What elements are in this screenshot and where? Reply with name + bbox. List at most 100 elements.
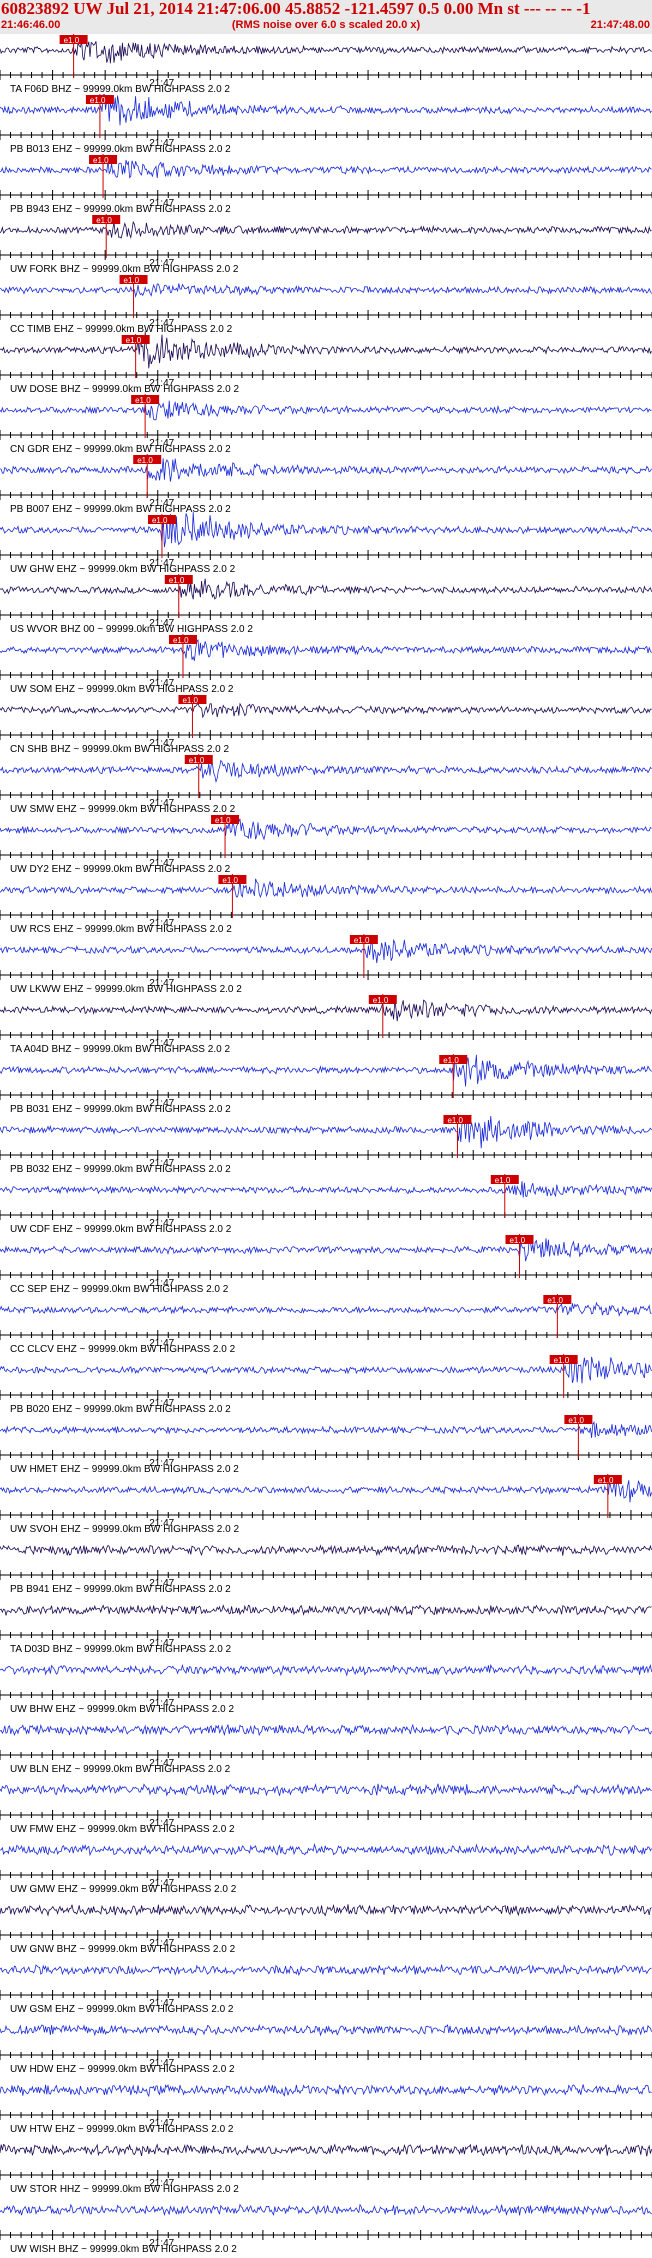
pick-label: e1.0: [96, 216, 112, 225]
station-label: UW GMW EHZ ~ 99999.0km BW HIGHPASS 2.0 2: [10, 1884, 237, 1895]
waveform-line: [0, 41, 652, 64]
trace-row: 21:47UW GHW EHZ ~ 99999.0km BW HIGHPASS …: [0, 512, 652, 575]
station-label: UW CDF EHZ ~ 99999.0km BW HIGHPASS 2.0 2: [10, 1224, 232, 1235]
waveform-line: [0, 1723, 652, 1737]
station-label: UW FORK BHZ ~ 99999.0km BW HIGHPASS 2.0 …: [10, 264, 239, 275]
trace-row: 21:47UW LKWW EHZ ~ 99999.0km BW HIGHPASS…: [0, 934, 652, 995]
waveform-line: [0, 878, 652, 899]
waveform-line: [0, 1783, 652, 1797]
station-label: PB B941 EHZ ~ 99999.0km BW HIGHPASS 2.0 …: [10, 1584, 231, 1595]
trace-row: 21:47US WVOR BHZ 00 ~ 99999.0km BW HIGHP…: [0, 574, 652, 635]
station-label: PB B031 EHZ ~ 99999.0km BW HIGHPASS 2.0 …: [10, 1104, 231, 1115]
station-label: UW SOM EHZ ~ 99999.0km BW HIGHPASS 2.0 2: [10, 684, 234, 695]
waveform-line: [0, 283, 652, 298]
pick-label: e1.0: [90, 96, 106, 105]
rms-subtitle: (RMS noise over 6.0 s scaled 20.0 x): [231, 19, 421, 31]
waveform-line: [0, 1842, 652, 1857]
waveform-line: [0, 818, 652, 841]
trace-row: 21:47TA D03D BHZ ~ 99999.0km BW HIGHPASS…: [0, 1604, 652, 1655]
waveform-line: [0, 999, 652, 1022]
pick-label: e1.0: [598, 1476, 614, 1485]
station-label: UW WISH BHZ ~ 99999.0km BW HIGHPASS 2.0 …: [10, 2244, 237, 2255]
station-label: UW SMW EHZ ~ 99999.0km BW HIGHPASS 2.0 2: [10, 804, 236, 815]
waveform-line: [0, 1477, 652, 1503]
station-label: PB B020 EHZ ~ 99999.0km BW HIGHPASS 2.0 …: [10, 1404, 231, 1415]
trace-row: 21:47UW BHW EHZ ~ 99999.0km BW HIGHPASS …: [0, 1663, 652, 1715]
waveform-line: [0, 1663, 652, 1677]
seismogram-plot: 21:47TA F06D BHZ ~ 99999.0km BW HIGHPASS…: [0, 34, 652, 2255]
waveform-line: [0, 1964, 652, 1977]
station-label: US WVOR BHZ 00 ~ 99999.0km BW HIGHPASS 2…: [10, 624, 253, 635]
waveform-line: [0, 512, 652, 548]
pick-label: e1.0: [554, 1356, 570, 1365]
waveform-line: [0, 578, 652, 600]
trace-row: 21:47UW WISH BHZ ~ 99999.0km BW HIGHPASS…: [0, 2203, 652, 2255]
waveform-line: [0, 1903, 652, 1917]
station-label: PB B007 EHZ ~ 99999.0km BW HIGHPASS 2.0 …: [10, 504, 231, 515]
pick-label: e1.0: [509, 1236, 525, 1245]
station-label: UW RCS EHZ ~ 99999.0km BW HIGHPASS 2.0 2: [10, 924, 232, 935]
pick-label: e1.0: [447, 1116, 463, 1125]
station-label: UW GHW EHZ ~ 99999.0km BW HIGHPASS 2.0 2: [10, 564, 236, 575]
pick-label: e1.0: [215, 816, 231, 825]
waveform-line: [0, 2203, 652, 2217]
station-label: TA F06D BHZ ~ 99999.0km BW HIGHPASS 2.0 …: [10, 84, 230, 95]
trace-row: 21:47UW SMW EHZ ~ 99999.0km BW HIGHPASS …: [0, 754, 652, 815]
trace-row: 21:47PB B013 EHZ ~ 99999.0km BW HIGHPASS…: [0, 93, 652, 155]
station-label: UW LKWW EHZ ~ 99999.0km BW HIGHPASS 2.0 …: [10, 984, 242, 995]
pick-label: e1.0: [169, 576, 185, 585]
pick-label: e1.0: [137, 456, 153, 465]
waveform-line: [0, 1544, 652, 1557]
trace-row: 21:47PB B007 EHZ ~ 99999.0km BW HIGHPASS…: [0, 454, 652, 515]
trace-row: 21:47UW FORK BHZ ~ 99999.0km BW HIGHPASS…: [0, 214, 652, 275]
pick-label: e1.0: [222, 876, 238, 885]
trace-row: 21:47PB B031 EHZ ~ 99999.0km BW HIGHPASS…: [0, 1054, 652, 1115]
end-time-label: 21:47:48.00: [590, 19, 650, 31]
station-label: UW BLN EHZ ~ 99999.0km BW HIGHPASS 2.0 2: [10, 1764, 231, 1775]
station-label: CC CLCV EHZ ~ 99999.0km BW HIGHPASS 2.0 …: [10, 1344, 236, 1355]
station-label: UW HTW EHZ ~ 99999.0km BW HIGHPASS 2.0 2: [10, 2124, 234, 2135]
waveform-line: [0, 2143, 652, 2157]
trace-row: 21:47UW RCS EHZ ~ 99999.0km BW HIGHPASS …: [0, 874, 652, 935]
station-label: CN GDR EHZ ~ 99999.0km BW HIGHPASS 2.0 2: [10, 444, 231, 455]
trace-row: 21:47UW SVOH EHZ ~ 99999.0km BW HIGHPASS…: [0, 1474, 652, 1535]
waveform-line: [0, 1238, 652, 1262]
waveform-line: [0, 1054, 652, 1087]
waveform-line: [0, 1115, 652, 1149]
station-label: UW SVOH EHZ ~ 99999.0km BW HIGHPASS 2.0 …: [10, 1524, 239, 1535]
trace-row: 21:47UW DOSE BHZ ~ 99999.0km BW HIGHPASS…: [0, 331, 652, 395]
pick-label: e1.0: [373, 996, 389, 1005]
trace-row: 21:47UW GSM EHZ ~ 99999.0km BW HIGHPASS …: [0, 1964, 652, 2015]
trace-row: 21:47PB B941 EHZ ~ 99999.0km BW HIGHPASS…: [0, 1544, 652, 1595]
waveform-line: [0, 702, 652, 719]
event-title: 60823892 UW Jul 21, 2014 21:47:06.00 45.…: [1, 0, 591, 18]
station-label: PB B032 EHZ ~ 99999.0km BW HIGHPASS 2.0 …: [10, 1164, 231, 1175]
pick-label: e1.0: [443, 1056, 459, 1065]
pick-label: e1.0: [189, 756, 205, 765]
trace-row: 21:47CC SEP EHZ ~ 99999.0km BW HIGHPASS …: [0, 1234, 652, 1295]
pick-label: e1.0: [126, 336, 142, 345]
waveform-line: [0, 458, 652, 482]
pick-label: e1.0: [152, 516, 168, 525]
trace-row: 21:47UW DY2 EHZ ~ 99999.0km BW HIGHPASS …: [0, 814, 652, 875]
waveform-line: [0, 1181, 652, 1198]
station-label: UW GNW BHZ ~ 99999.0km BW HIGHPASS 2.0 2: [10, 1944, 236, 1955]
trace-row: 21:47PB B020 EHZ ~ 99999.0km BW HIGHPASS…: [0, 1354, 652, 1415]
station-label: UW HDW EHZ ~ 99999.0km BW HIGHPASS 2.0 2: [10, 2064, 235, 2075]
station-label: CC SEP EHZ ~ 99999.0km BW HIGHPASS 2.0 2: [10, 1284, 229, 1295]
trace-row: 21:47TA F06D BHZ ~ 99999.0km BW HIGHPASS…: [0, 34, 652, 95]
pick-label: e1.0: [182, 696, 198, 705]
trace-row: 21:47UW GNW BHZ ~ 99999.0km BW HIGHPASS …: [0, 1903, 652, 1955]
trace-row: 21:47CC TIMB EHZ ~ 99999.0km BW HIGHPASS…: [0, 274, 652, 335]
trace-row: 21:47UW SOM EHZ ~ 99999.0km BW HIGHPASS …: [0, 634, 652, 695]
trace-row: 21:47CC CLCV EHZ ~ 99999.0km BW HIGHPASS…: [0, 1294, 652, 1355]
trace-row: 21:47UW GMW EHZ ~ 99999.0km BW HIGHPASS …: [0, 1842, 652, 1895]
trace-row: 21:47PB B032 EHZ ~ 99999.0km BW HIGHPASS…: [0, 1114, 652, 1175]
pick-label: e1.0: [568, 1416, 584, 1425]
station-label: UW HMET EHZ ~ 99999.0km BW HIGHPASS 2.0 …: [10, 1464, 239, 1475]
trace-row: 21:47UW HTW EHZ ~ 99999.0km BW HIGHPASS …: [0, 2083, 652, 2135]
pick-label: e1.0: [124, 276, 140, 285]
trace-row: 21:47UW HMET EHZ ~ 99999.0km BW HIGHPASS…: [0, 1414, 652, 1475]
trace-row: 21:47CN SHB BHZ ~ 99999.0km BW HIGHPASS …: [0, 694, 652, 755]
pick-label: e1.0: [354, 936, 370, 945]
